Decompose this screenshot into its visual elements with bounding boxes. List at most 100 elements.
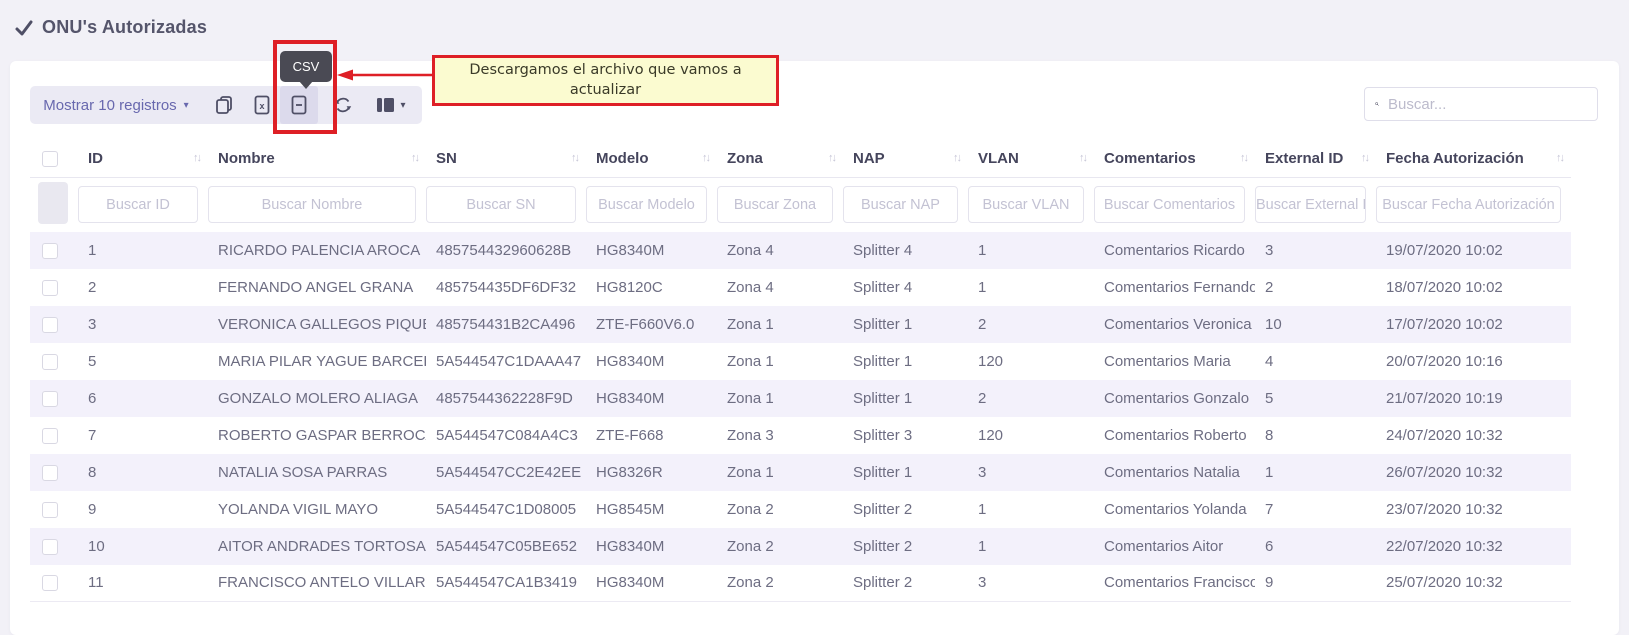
sort-icon[interactable]: ↑↓ (571, 152, 580, 164)
column-header-id[interactable]: ID↑↓ (78, 140, 208, 177)
page: ONU's Autorizadas Mostrar 10 registros ▾… (0, 0, 1629, 635)
annotation-text: Descargamos el archivo que vamos a actua… (449, 61, 762, 100)
cell-nap: Splitter 1 (843, 306, 968, 343)
row-select-cell (30, 565, 78, 602)
row-checkbox[interactable] (42, 575, 58, 591)
cell-nap: Splitter 1 (843, 343, 968, 380)
copy-button[interactable] (208, 86, 240, 124)
filter-input-external_id[interactable] (1255, 186, 1366, 223)
page-length-dropdown[interactable]: Mostrar 10 registros ▾ (30, 86, 202, 124)
table-filter-row (30, 177, 1571, 232)
row-checkbox[interactable] (42, 243, 58, 259)
cell-nap: Splitter 2 (843, 565, 968, 602)
row-select-cell (30, 491, 78, 528)
filter-input-nap[interactable] (843, 186, 958, 223)
row-checkbox[interactable] (42, 391, 58, 407)
reload-button[interactable] (326, 86, 360, 124)
annotation-arrow (337, 67, 433, 88)
filter-cell-nap (843, 177, 968, 232)
cell-fecha_autorizacion: 24/07/2020 10:32 (1376, 417, 1571, 454)
sort-icon[interactable]: ↑↓ (1361, 152, 1370, 164)
row-checkbox[interactable] (42, 354, 58, 370)
column-header-sn[interactable]: SN↑↓ (426, 140, 586, 177)
cell-external_id: 3 (1255, 232, 1376, 269)
table-header-row: ID↑↓Nombre↑↓SN↑↓Modelo↑↓Zona↑↓NAP↑↓VLAN↑… (30, 140, 1571, 177)
filter-input-sn[interactable] (426, 186, 576, 223)
column-header-external_id[interactable]: External ID↑↓ (1255, 140, 1376, 177)
row-checkbox[interactable] (42, 428, 58, 444)
cell-modelo: HG8340M (586, 232, 717, 269)
filter-input-zona[interactable] (717, 186, 833, 223)
column-header-vlan[interactable]: VLAN↑↓ (968, 140, 1094, 177)
table-toolbar: Mostrar 10 registros ▾ x (30, 86, 422, 124)
filter-input-vlan[interactable] (968, 186, 1084, 223)
select-all-checkbox[interactable] (42, 151, 58, 167)
export-excel-button[interactable]: x (246, 86, 278, 124)
cell-vlan: 1 (968, 528, 1094, 565)
sort-icon[interactable]: ↑↓ (193, 152, 202, 164)
filter-input-comentarios[interactable] (1094, 186, 1245, 223)
row-select-cell (30, 269, 78, 306)
column-header-fecha_autorizacion[interactable]: Fecha Autorización↑↓ (1376, 140, 1571, 177)
arrow-left-icon (337, 67, 433, 83)
column-header-nap[interactable]: NAP↑↓ (843, 140, 968, 177)
cell-nombre: VERONICA GALLEGOS PIQUER (208, 306, 426, 343)
page-title: ONU's Autorizadas (14, 17, 207, 38)
cell-comentarios: Comentarios Natalia (1094, 454, 1255, 491)
filter-input-modelo[interactable] (586, 186, 707, 223)
row-select-cell (30, 306, 78, 343)
row-checkbox[interactable] (42, 280, 58, 296)
filter-cell-vlan (968, 177, 1094, 232)
cell-id: 8 (78, 454, 208, 491)
export-csv-button[interactable] (280, 86, 318, 124)
cell-external_id: 8 (1255, 417, 1376, 454)
chevron-down-icon: ▾ (184, 100, 189, 111)
cell-zona: Zona 1 (717, 380, 843, 417)
search-input[interactable] (1388, 96, 1587, 113)
filter-input-fecha_autorizacion[interactable] (1376, 186, 1561, 223)
filter-disabled-block (38, 182, 68, 224)
sort-icon[interactable]: ↑↓ (1556, 152, 1565, 164)
row-checkbox[interactable] (42, 502, 58, 518)
column-header-zona[interactable]: Zona↑↓ (717, 140, 843, 177)
column-header-nombre[interactable]: Nombre ↑↓ (208, 140, 426, 177)
sort-icon[interactable]: ↑↓ (953, 152, 962, 164)
cell-nombre: YOLANDA VIGIL MAYO (208, 491, 426, 528)
row-checkbox[interactable] (42, 317, 58, 333)
cell-sn: 485754435DF6DF32 (426, 269, 586, 306)
column-header-comentarios[interactable]: Comentarios↑↓ (1094, 140, 1255, 177)
cell-external_id: 5 (1255, 380, 1376, 417)
cell-nombre: NATALIA SOSA PARRAS (208, 454, 426, 491)
filter-input-nombre[interactable] (208, 186, 416, 223)
cell-modelo: HG8545M (586, 491, 717, 528)
cell-external_id: 1 (1255, 454, 1376, 491)
filter-cell-nombre (208, 177, 426, 232)
cell-nombre: AITOR ANDRADES TORTOSA (208, 528, 426, 565)
cell-sn: 485754432960628B (426, 232, 586, 269)
sort-icon[interactable]: ↑↓ (702, 152, 711, 164)
sort-icon[interactable]: ↑↓ (411, 152, 420, 164)
cell-fecha_autorizacion: 20/07/2020 10:16 (1376, 343, 1571, 380)
sort-icon[interactable]: ↑↓ (1079, 152, 1088, 164)
column-visibility-button[interactable]: ▾ (366, 86, 416, 124)
cell-nombre: FRANCISCO ANTELO VILLAR (208, 565, 426, 602)
cell-comentarios: Comentarios Maria (1094, 343, 1255, 380)
cell-nombre: FERNANDO ANGEL GRANA (208, 269, 426, 306)
sort-icon[interactable]: ↑↓ (1240, 152, 1249, 164)
column-label: Nombre (218, 150, 275, 167)
column-header-modelo[interactable]: Modelo↑↓ (586, 140, 717, 177)
svg-text:x: x (259, 101, 264, 111)
sort-icon[interactable]: ↑↓ (828, 152, 837, 164)
filter-input-id[interactable] (78, 186, 198, 223)
cell-modelo: HG8340M (586, 565, 717, 602)
cell-vlan: 1 (968, 491, 1094, 528)
row-checkbox[interactable] (42, 465, 58, 481)
cell-fecha_autorizacion: 21/07/2020 10:19 (1376, 380, 1571, 417)
cell-fecha_autorizacion: 26/07/2020 10:32 (1376, 454, 1571, 491)
row-checkbox[interactable] (42, 539, 58, 555)
cell-zona: Zona 3 (717, 417, 843, 454)
search-icon (1375, 96, 1379, 112)
cell-id: 5 (78, 343, 208, 380)
cell-modelo: ZTE-F668 (586, 417, 717, 454)
cell-external_id: 10 (1255, 306, 1376, 343)
